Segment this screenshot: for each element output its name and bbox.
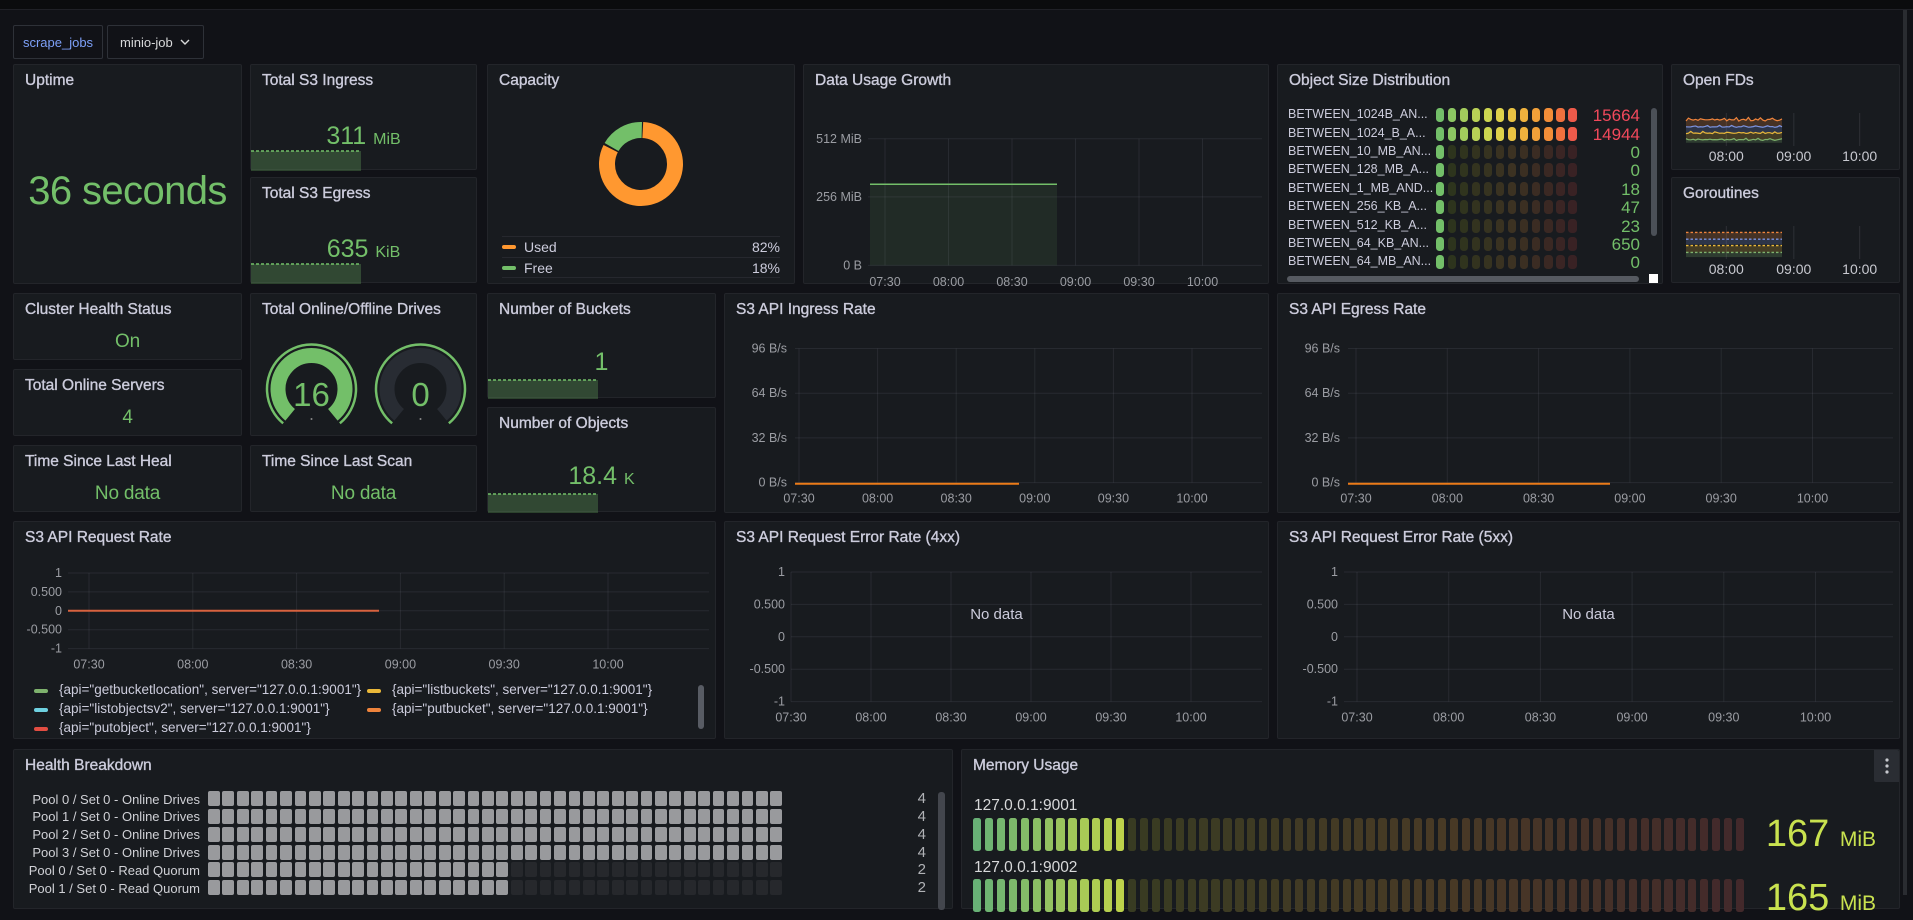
svg-text:08:00: 08:00 — [855, 711, 886, 725]
svg-text:10:00: 10:00 — [1176, 492, 1207, 506]
svg-text:-1: -1 — [774, 695, 785, 709]
svg-text:09:00: 09:00 — [1616, 711, 1647, 725]
svg-text:1: 1 — [778, 565, 785, 579]
svg-text:-0.500: -0.500 — [27, 623, 62, 637]
svg-text:32 B/s: 32 B/s — [752, 431, 787, 445]
svg-text:07:30: 07:30 — [783, 492, 814, 506]
svg-text:09:00: 09:00 — [1614, 492, 1645, 506]
svg-text:0: 0 — [1331, 630, 1338, 644]
svg-text:10:00: 10:00 — [1800, 711, 1831, 725]
svg-text:07:30: 07:30 — [73, 658, 104, 672]
svg-text:-1: -1 — [1327, 695, 1338, 709]
svg-text:09:00: 09:00 — [1015, 711, 1046, 725]
svg-text:09:30: 09:30 — [1095, 711, 1126, 725]
svg-text:08:30: 08:30 — [1525, 711, 1556, 725]
svg-text:09:30: 09:30 — [1098, 492, 1129, 506]
svg-text:08:00: 08:00 — [1432, 492, 1463, 506]
svg-text:10:00: 10:00 — [1842, 261, 1877, 277]
svg-text:08:30: 08:30 — [941, 492, 972, 506]
svg-text:08:30: 08:30 — [281, 658, 312, 672]
svg-text:08:30: 08:30 — [1523, 492, 1554, 506]
svg-text:512 MiB: 512 MiB — [816, 132, 862, 146]
svg-text:-1: -1 — [51, 642, 62, 656]
svg-text:09:30: 09:30 — [1708, 711, 1739, 725]
svg-text:-0.500: -0.500 — [1303, 662, 1338, 676]
svg-text:0 B/s: 0 B/s — [759, 476, 788, 490]
svg-text:10:00: 10:00 — [1175, 711, 1206, 725]
svg-text:32 B/s: 32 B/s — [1305, 431, 1340, 445]
svg-text:09:30: 09:30 — [1706, 492, 1737, 506]
svg-text:08:30: 08:30 — [935, 711, 966, 725]
svg-text:0.500: 0.500 — [31, 585, 62, 599]
svg-text:64 B/s: 64 B/s — [752, 386, 787, 400]
svg-text:08:00: 08:00 — [862, 492, 893, 506]
svg-text:07:30: 07:30 — [869, 275, 900, 289]
svg-text:08:30: 08:30 — [996, 275, 1027, 289]
svg-text:96 B/s: 96 B/s — [1305, 342, 1340, 356]
svg-text:08:00: 08:00 — [177, 658, 208, 672]
svg-text:64 B/s: 64 B/s — [1305, 386, 1340, 400]
svg-text:07:30: 07:30 — [1340, 492, 1371, 506]
svg-text:1: 1 — [1331, 565, 1338, 579]
svg-text:10:00: 10:00 — [592, 658, 623, 672]
svg-text:08:00: 08:00 — [933, 275, 964, 289]
svg-text:08:00: 08:00 — [1709, 148, 1744, 164]
svg-text:07:30: 07:30 — [1341, 711, 1372, 725]
svg-text:0 B/s: 0 B/s — [1312, 476, 1341, 490]
svg-text:0: 0 — [55, 604, 62, 618]
svg-text:10:00: 10:00 — [1797, 492, 1828, 506]
svg-text:256 MiB: 256 MiB — [816, 190, 862, 204]
svg-text:96 B/s: 96 B/s — [752, 342, 787, 356]
svg-text:09:00: 09:00 — [1060, 275, 1091, 289]
svg-text:07:30: 07:30 — [775, 711, 806, 725]
svg-text:-0.500: -0.500 — [750, 662, 785, 676]
svg-text:0: 0 — [778, 630, 785, 644]
svg-text:09:00: 09:00 — [1019, 492, 1050, 506]
svg-text:09:00: 09:00 — [1776, 261, 1811, 277]
svg-text:09:30: 09:30 — [489, 658, 520, 672]
svg-text:0 B: 0 B — [843, 258, 862, 272]
svg-text:08:00: 08:00 — [1433, 711, 1464, 725]
svg-text:10:00: 10:00 — [1187, 275, 1218, 289]
svg-text:08:00: 08:00 — [1709, 261, 1744, 277]
svg-text:1: 1 — [55, 566, 62, 580]
svg-text:10:00: 10:00 — [1842, 148, 1877, 164]
svg-text:09:00: 09:00 — [385, 658, 416, 672]
svg-text:09:30: 09:30 — [1123, 275, 1154, 289]
svg-text:09:00: 09:00 — [1776, 148, 1811, 164]
